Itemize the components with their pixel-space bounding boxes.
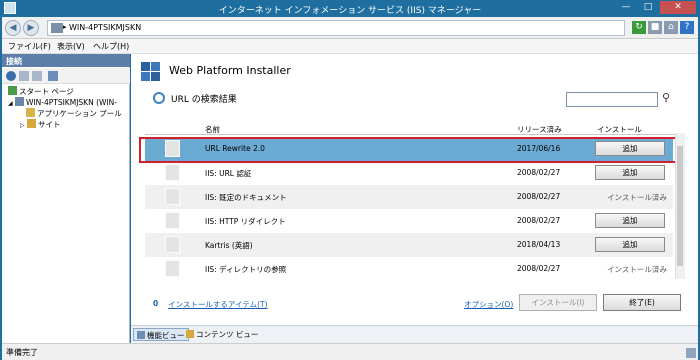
tab-label: コンテンツ ビュー <box>196 330 259 339</box>
menu-help[interactable]: ヘルプ(H) <box>93 41 129 52</box>
address-field[interactable]: ▸ WIN-4PTSIKMJSKN <box>47 20 625 36</box>
tree-item-app-pools[interactable]: アプリケーション プール <box>26 108 122 119</box>
status-indicator-icon <box>686 348 696 358</box>
search-results-heading: URL の検索結果 <box>171 95 237 105</box>
column-install[interactable]: インストール <box>597 124 642 135</box>
product-thumbnail <box>165 188 180 205</box>
tree-item-server[interactable]: ◢ WIN-4PTSIKMJSKN (WIN- <box>8 97 117 107</box>
add-button[interactable]: 追加 <box>595 237 665 252</box>
product-thumbnail <box>165 212 180 229</box>
table-row[interactable]: IIS: ディレクトリの参照 2008/02/27 インストール済み <box>145 257 673 279</box>
status-bar: 準備完了 <box>2 343 698 360</box>
status-text: 準備完了 <box>6 348 38 357</box>
product-thumbnail <box>165 260 180 277</box>
menu-file[interactable]: ファイル(F) <box>8 41 51 52</box>
column-release[interactable]: リリース済み <box>517 124 562 135</box>
collapse-icon[interactable]: ◢ <box>8 100 13 107</box>
connections-header: 接続 <box>2 54 130 67</box>
options-link[interactable]: オプション(O) <box>464 299 513 310</box>
connections-toolbar <box>2 68 130 84</box>
tree-label: サイト <box>38 120 61 129</box>
close-button[interactable]: ✕ <box>660 1 696 14</box>
window-title: インターネット インフォメーション サービス (IIS) マネージャー <box>218 6 482 16</box>
path-separator-icon: ▸ <box>63 23 67 31</box>
product-name: Kartris (英語) <box>205 241 253 250</box>
selection-highlight-box <box>139 137 679 163</box>
product-name: IIS: ディレクトリの参照 <box>205 265 287 274</box>
installed-status: インストール済み <box>607 265 667 274</box>
tab-content-view[interactable]: コンテンツ ビュー <box>183 328 261 341</box>
server-node-icon <box>15 97 25 106</box>
product-name: IIS: URL 認証 <box>205 169 252 178</box>
search-results-icon <box>153 92 165 104</box>
maximize-button[interactable]: □ <box>637 1 659 14</box>
page-title: Web Platform Installer <box>169 64 291 77</box>
release-date: 2008/02/27 <box>517 168 561 177</box>
up-icon[interactable] <box>32 71 42 81</box>
search-input[interactable] <box>566 92 658 107</box>
install-button[interactable]: インストール(I) <box>519 294 597 311</box>
release-date: 2008/02/27 <box>517 192 561 201</box>
tab-label: 機能ビュー <box>147 331 185 340</box>
tree-item-start-page[interactable]: スタート ページ <box>8 86 74 97</box>
tree-item-sites[interactable]: ▷ サイト <box>20 119 61 130</box>
server-icon <box>51 23 63 33</box>
finish-button[interactable]: 終了(E) <box>603 294 681 311</box>
items-count: 0 <box>153 299 159 308</box>
items-to-install-link[interactable]: インストールするアイテム(T) <box>168 299 268 310</box>
menu-view[interactable]: 表示(V) <box>57 41 85 52</box>
product-name: IIS: 既定のドキュメント <box>205 193 287 202</box>
start-page-icon <box>8 86 17 95</box>
address-bar: ◀ ▶ ▸ WIN-4PTSIKMJSKN ↻ ■ ⌂ ? <box>2 17 698 39</box>
release-date: 2018/04/13 <box>517 240 561 249</box>
web-platform-installer-panel: Web Platform Installer URL の検索結果 ⚲ 名前 リリ… <box>131 54 698 325</box>
table-header: 名前 リリース済み インストール <box>145 123 685 135</box>
table-row[interactable]: IIS: HTTP リダイレクト 2008/02/27 追加 <box>145 209 673 233</box>
release-date: 2008/02/27 <box>517 264 561 273</box>
search-icon[interactable]: ⚲ <box>662 91 670 104</box>
refresh-connections-icon[interactable] <box>48 71 58 81</box>
tab-features-view[interactable]: 機能ビュー <box>133 328 189 341</box>
title-bar: インターネット インフォメーション サービス (IIS) マネージャー — □ … <box>0 0 700 17</box>
save-icon[interactable] <box>19 71 29 81</box>
address-path[interactable]: WIN-4PTSIKMJSKN <box>69 23 141 32</box>
tree-label: スタート ページ <box>19 87 74 96</box>
stop-icon[interactable]: ■ <box>648 21 662 34</box>
app-pool-icon <box>26 108 35 117</box>
content-view-icon <box>186 330 194 338</box>
menu-bar: ファイル(F) 表示(V) ヘルプ(H) <box>2 39 698 54</box>
forward-button[interactable]: ▶ <box>23 20 39 36</box>
installed-status: インストール済み <box>607 193 667 202</box>
sites-folder-icon <box>27 119 37 128</box>
tree-label: WIN-4PTSIKMJSKN (WIN- <box>26 98 117 107</box>
minimize-button[interactable]: — <box>615 1 637 14</box>
table-row[interactable]: IIS: URL 認証 2008/02/27 追加 <box>145 161 673 185</box>
column-name[interactable]: 名前 <box>205 124 220 135</box>
help-icon[interactable]: ? <box>680 21 694 34</box>
tree-label: アプリケーション プール <box>37 109 122 118</box>
connect-icon[interactable] <box>6 71 16 81</box>
connections-panel: 接続 スタート ページ ◢ WIN-4PTSIKMJSKN (WIN- アプリケ… <box>2 54 130 343</box>
scrollbar-thumb[interactable] <box>677 146 683 266</box>
back-button[interactable]: ◀ <box>5 20 21 36</box>
add-button[interactable]: 追加 <box>595 165 665 180</box>
release-date: 2008/02/27 <box>517 216 561 225</box>
add-button[interactable]: 追加 <box>595 213 665 228</box>
expand-icon[interactable]: ▷ <box>20 122 25 129</box>
product-name: IIS: HTTP リダイレクト <box>205 217 286 226</box>
product-thumbnail <box>165 236 180 253</box>
product-thumbnail <box>165 164 180 181</box>
table-row[interactable]: Kartris (英語) 2018/04/13 追加 <box>145 233 673 257</box>
wpi-logo-icon <box>141 62 161 82</box>
home-icon[interactable]: ⌂ <box>664 21 678 34</box>
table-row[interactable]: IIS: 既定のドキュメント 2008/02/27 インストール済み <box>145 185 673 209</box>
refresh-icon[interactable]: ↻ <box>632 21 646 34</box>
features-view-icon <box>137 331 145 339</box>
view-tab-bar: 機能ビュー コンテンツ ビュー <box>131 325 698 343</box>
